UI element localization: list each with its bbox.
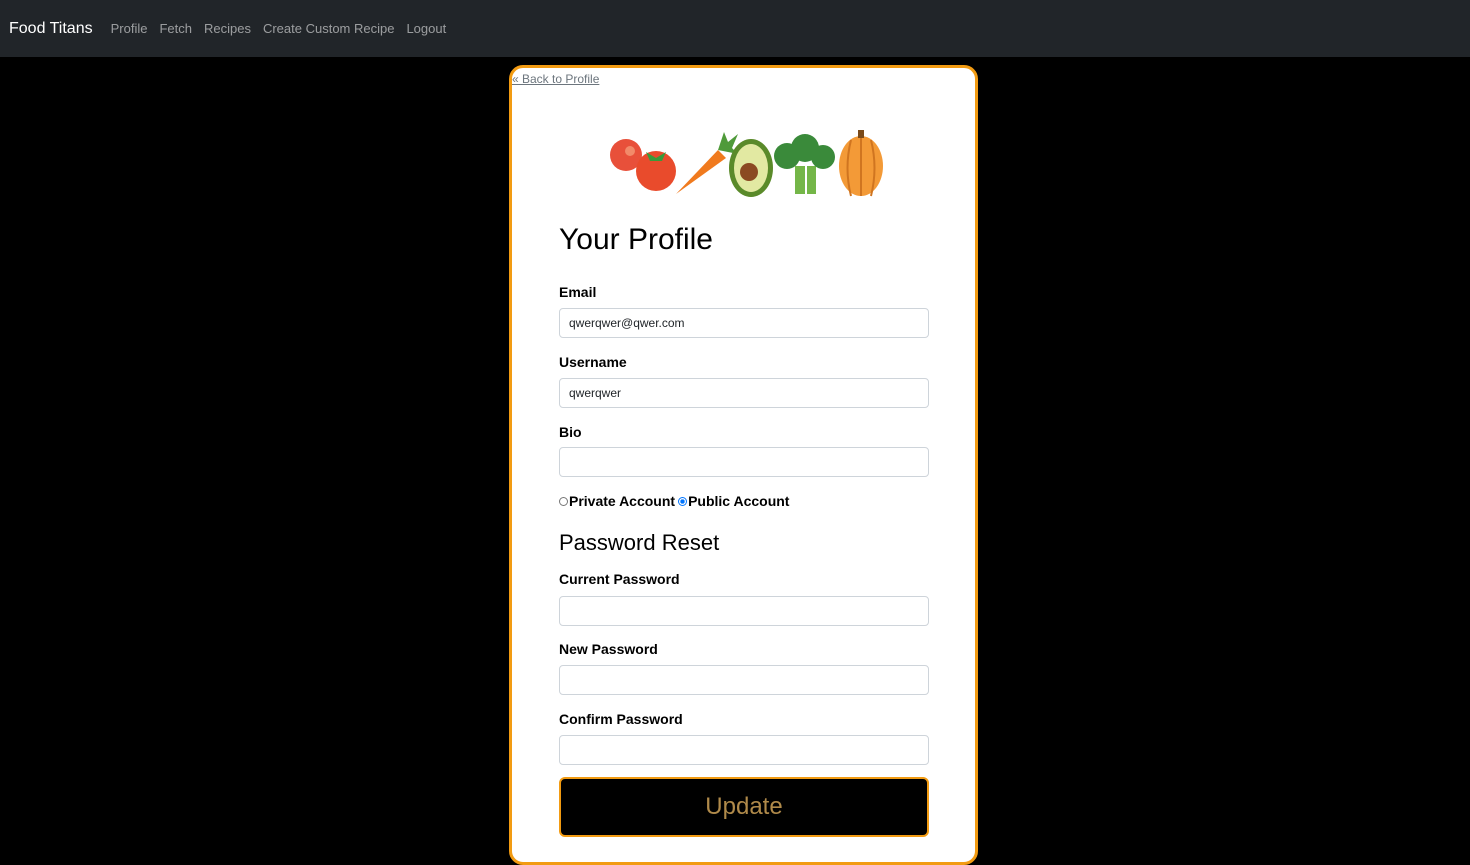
page-title: Your Profile	[559, 223, 713, 256]
profile-card: « Back to Profile Your Profile Email qwe…	[509, 65, 978, 865]
bio-label: Bio	[559, 424, 582, 440]
update-button[interactable]: Update	[559, 777, 929, 837]
email-field[interactable]: qwerqwer@qwer.com	[559, 308, 929, 338]
nav-link-logout[interactable]: Logout	[406, 21, 446, 36]
public-account-label: Public Account	[688, 493, 790, 509]
carrot-icon	[676, 132, 738, 194]
tomato-icon	[610, 139, 676, 191]
broccoli-icon	[774, 134, 835, 194]
nav-link-recipes[interactable]: Recipes	[204, 21, 251, 36]
account-visibility: Private Account Public Account	[559, 493, 789, 509]
username-label: Username	[559, 354, 627, 370]
current-password-label: Current Password	[559, 571, 680, 587]
public-account-radio[interactable]	[678, 496, 688, 506]
confirm-password-label: Confirm Password	[559, 711, 683, 727]
back-to-profile-link[interactable]: « Back to Profile	[512, 72, 599, 86]
nav-link-fetch[interactable]: Fetch	[159, 21, 192, 36]
bio-field[interactable]	[559, 447, 929, 477]
email-label: Email	[559, 284, 597, 300]
current-password-field[interactable]	[559, 596, 929, 626]
username-field[interactable]: qwerqwer	[559, 378, 929, 408]
vegetables-banner	[610, 130, 883, 197]
squash-icon	[839, 130, 883, 197]
private-account-label: Private Account	[569, 493, 676, 509]
avocado-icon	[729, 139, 773, 197]
private-account-radio[interactable]	[559, 496, 568, 506]
new-password-field[interactable]	[559, 665, 929, 695]
brand-link[interactable]: Food Titans	[9, 20, 93, 38]
password-reset-title: Password Reset	[559, 530, 720, 555]
top-navbar: Food Titans Profile Fetch Recipes Create…	[0, 0, 1470, 57]
nav-link-profile[interactable]: Profile	[111, 21, 148, 36]
confirm-password-field[interactable]	[559, 735, 929, 765]
nav-link-create-custom-recipe[interactable]: Create Custom Recipe	[263, 21, 395, 36]
new-password-label: New Password	[559, 641, 658, 657]
